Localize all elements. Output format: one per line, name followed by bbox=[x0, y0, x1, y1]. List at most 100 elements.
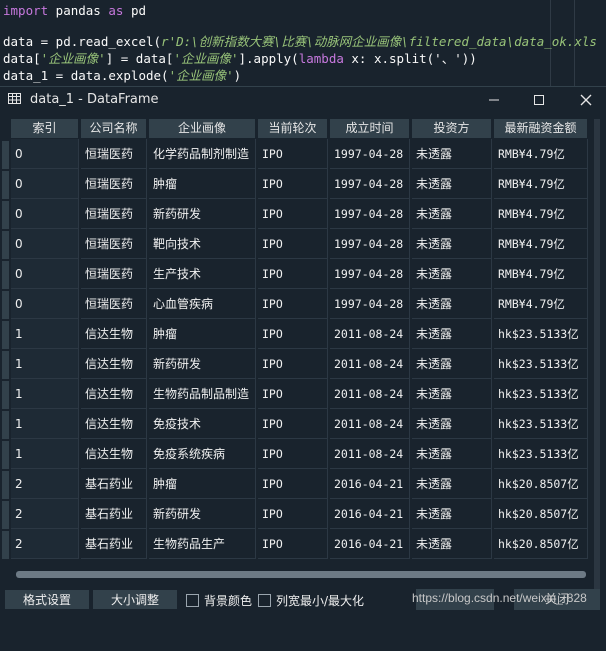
table-cell[interactable]: 未透露 bbox=[412, 319, 492, 349]
table-cell[interactable]: 信达生物 bbox=[81, 379, 147, 409]
code-line[interactable]: data_1 = data.explode('企业画像') bbox=[3, 66, 241, 86]
table-cell[interactable]: IPO bbox=[258, 379, 328, 409]
table-cell[interactable]: hk$20.8507亿 bbox=[494, 469, 588, 499]
code-editor[interactable]: import pandas as pd data = pd.read_excel(… bbox=[0, 0, 606, 86]
checkbox-box[interactable] bbox=[186, 593, 199, 607]
table-cell[interactable]: RMB¥4.79亿 bbox=[494, 169, 588, 199]
index-cell[interactable]: 0 bbox=[11, 139, 79, 169]
table-cell[interactable]: 免疫技术 bbox=[149, 409, 256, 439]
index-cell[interactable]: 2 bbox=[11, 469, 79, 499]
table-cell[interactable]: 新药研发 bbox=[149, 199, 256, 229]
table-cell[interactable]: 未透露 bbox=[412, 229, 492, 259]
table-cell[interactable]: 1997-04-28 bbox=[330, 229, 410, 259]
index-cell[interactable]: 2 bbox=[11, 499, 79, 529]
row-header[interactable] bbox=[2, 231, 9, 259]
table-cell[interactable]: 化学药品制剂制造 bbox=[149, 139, 256, 169]
table-cell[interactable]: 1997-04-28 bbox=[330, 259, 410, 289]
table-cell[interactable]: 肿瘤 bbox=[149, 469, 256, 499]
table-row[interactable]: 1 信达生物 肿瘤 IPO 2011-08-24 未透露 hk$23.5133亿 bbox=[0, 319, 606, 349]
table-cell[interactable]: 2011-08-24 bbox=[330, 349, 410, 379]
table-row[interactable]: 0 恒瑞医药 化学药品制剂制造 IPO 1997-04-28 未透露 RMB¥4.79亿 bbox=[0, 139, 606, 169]
row-header[interactable] bbox=[2, 261, 9, 289]
table-cell[interactable]: 未透露 bbox=[412, 379, 492, 409]
table-cell[interactable]: 恒瑞医药 bbox=[81, 289, 147, 319]
table-cell[interactable]: 2016-04-21 bbox=[330, 529, 410, 559]
table-cell[interactable]: 恒瑞医药 bbox=[81, 229, 147, 259]
table-cell[interactable]: 未透露 bbox=[412, 289, 492, 319]
table-cell[interactable]: 2011-08-24 bbox=[330, 409, 410, 439]
table-cell[interactable]: RMB¥4.79亿 bbox=[494, 289, 588, 319]
column-header[interactable]: 投资方 bbox=[412, 119, 492, 138]
table-cell[interactable]: 2016-04-21 bbox=[330, 499, 410, 529]
table-cell[interactable]: IPO bbox=[258, 529, 328, 559]
row-header[interactable] bbox=[2, 411, 9, 439]
row-header[interactable] bbox=[2, 321, 9, 349]
close-window-button[interactable] bbox=[566, 87, 606, 113]
checkbox-box[interactable] bbox=[258, 593, 271, 607]
table-cell[interactable]: 未透露 bbox=[412, 259, 492, 289]
table-cell[interactable]: 恒瑞医药 bbox=[81, 259, 147, 289]
table-cell[interactable]: 1997-04-28 bbox=[330, 139, 410, 169]
column-header[interactable]: 最新融资金额 bbox=[494, 119, 588, 138]
index-cell[interactable]: 2 bbox=[11, 529, 79, 559]
index-cell[interactable]: 0 bbox=[11, 169, 79, 199]
row-header[interactable] bbox=[2, 531, 9, 559]
table-row[interactable]: 0 恒瑞医药 靶向技术 IPO 1997-04-28 未透露 RMB¥4.79亿 bbox=[0, 229, 606, 259]
index-cell[interactable]: 0 bbox=[11, 259, 79, 289]
table-cell[interactable]: IPO bbox=[258, 169, 328, 199]
table-cell[interactable]: 2011-08-24 bbox=[330, 439, 410, 469]
table-row[interactable]: 2 基石药业 生物药品生产 IPO 2016-04-21 未透露 hk$20.8507亿 bbox=[0, 529, 606, 559]
table-cell[interactable]: 恒瑞医药 bbox=[81, 139, 147, 169]
table-cell[interactable]: hk$23.5133亿 bbox=[494, 349, 588, 379]
table-cell[interactable]: 信达生物 bbox=[81, 319, 147, 349]
table-cell[interactable]: RMB¥4.79亿 bbox=[494, 139, 588, 169]
table-cell[interactable]: 新药研发 bbox=[149, 349, 256, 379]
table-cell[interactable]: 基石药业 bbox=[81, 499, 147, 529]
horizontal-scrollbar[interactable] bbox=[10, 569, 590, 579]
table-row[interactable]: 0 恒瑞医药 肿瘤 IPO 1997-04-28 未透露 RMB¥4.79亿 bbox=[0, 169, 606, 199]
table-cell[interactable]: IPO bbox=[258, 229, 328, 259]
table-row[interactable]: 2 基石药业 肿瘤 IPO 2016-04-21 未透露 hk$20.8507亿 bbox=[0, 469, 606, 499]
row-header[interactable] bbox=[2, 291, 9, 319]
table-cell[interactable]: IPO bbox=[258, 439, 328, 469]
index-cell[interactable]: 1 bbox=[11, 349, 79, 379]
table-row[interactable]: 1 信达生物 新药研发 IPO 2011-08-24 未透露 hk$23.5133亿 bbox=[0, 349, 606, 379]
table-cell[interactable]: 信达生物 bbox=[81, 409, 147, 439]
vertical-scrollbar[interactable] bbox=[590, 117, 604, 595]
scrollbar-thumb[interactable] bbox=[16, 571, 586, 578]
table-cell[interactable]: 未透露 bbox=[412, 139, 492, 169]
table-cell[interactable]: IPO bbox=[258, 409, 328, 439]
table-cell[interactable]: 2011-08-24 bbox=[330, 319, 410, 349]
row-header[interactable] bbox=[2, 381, 9, 409]
table-cell[interactable]: 1997-04-28 bbox=[330, 169, 410, 199]
table-cell[interactable]: 未透露 bbox=[412, 349, 492, 379]
table-cell[interactable]: 心血管疾病 bbox=[149, 289, 256, 319]
table-cell[interactable]: 未透露 bbox=[412, 499, 492, 529]
table-cell[interactable]: hk$20.8507亿 bbox=[494, 529, 588, 559]
column-header[interactable]: 成立时间 bbox=[330, 119, 410, 138]
row-header[interactable] bbox=[2, 471, 9, 499]
table-cell[interactable]: 基石药业 bbox=[81, 529, 147, 559]
table-cell[interactable]: 未透露 bbox=[412, 199, 492, 229]
table-cell[interactable]: 2011-08-24 bbox=[330, 379, 410, 409]
column-header[interactable]: 索引 bbox=[11, 119, 79, 138]
row-header[interactable] bbox=[2, 351, 9, 379]
table-cell[interactable]: 恒瑞医药 bbox=[81, 199, 147, 229]
table-cell[interactable]: 未透露 bbox=[412, 409, 492, 439]
table-row[interactable]: 0 恒瑞医药 生产技术 IPO 1997-04-28 未透露 RMB¥4.79亿 bbox=[0, 259, 606, 289]
column-header[interactable]: 企业画像 bbox=[149, 119, 256, 138]
table-cell[interactable]: IPO bbox=[258, 289, 328, 319]
table-cell[interactable]: IPO bbox=[258, 499, 328, 529]
column-header[interactable]: 当前轮次 bbox=[258, 119, 328, 138]
table-cell[interactable]: RMB¥4.79亿 bbox=[494, 229, 588, 259]
table-cell[interactable]: hk$23.5133亿 bbox=[494, 409, 588, 439]
table-cell[interactable]: IPO bbox=[258, 139, 328, 169]
minimize-button[interactable] bbox=[474, 87, 514, 113]
index-cell[interactable]: 0 bbox=[11, 229, 79, 259]
row-header[interactable] bbox=[2, 201, 9, 229]
table-cell[interactable]: 1997-04-28 bbox=[330, 199, 410, 229]
table-row[interactable]: 2 基石药业 新药研发 IPO 2016-04-21 未透露 hk$20.8507亿 bbox=[0, 499, 606, 529]
table-cell[interactable]: 肿瘤 bbox=[149, 319, 256, 349]
table-cell[interactable]: IPO bbox=[258, 259, 328, 289]
table-cell[interactable]: IPO bbox=[258, 349, 328, 379]
